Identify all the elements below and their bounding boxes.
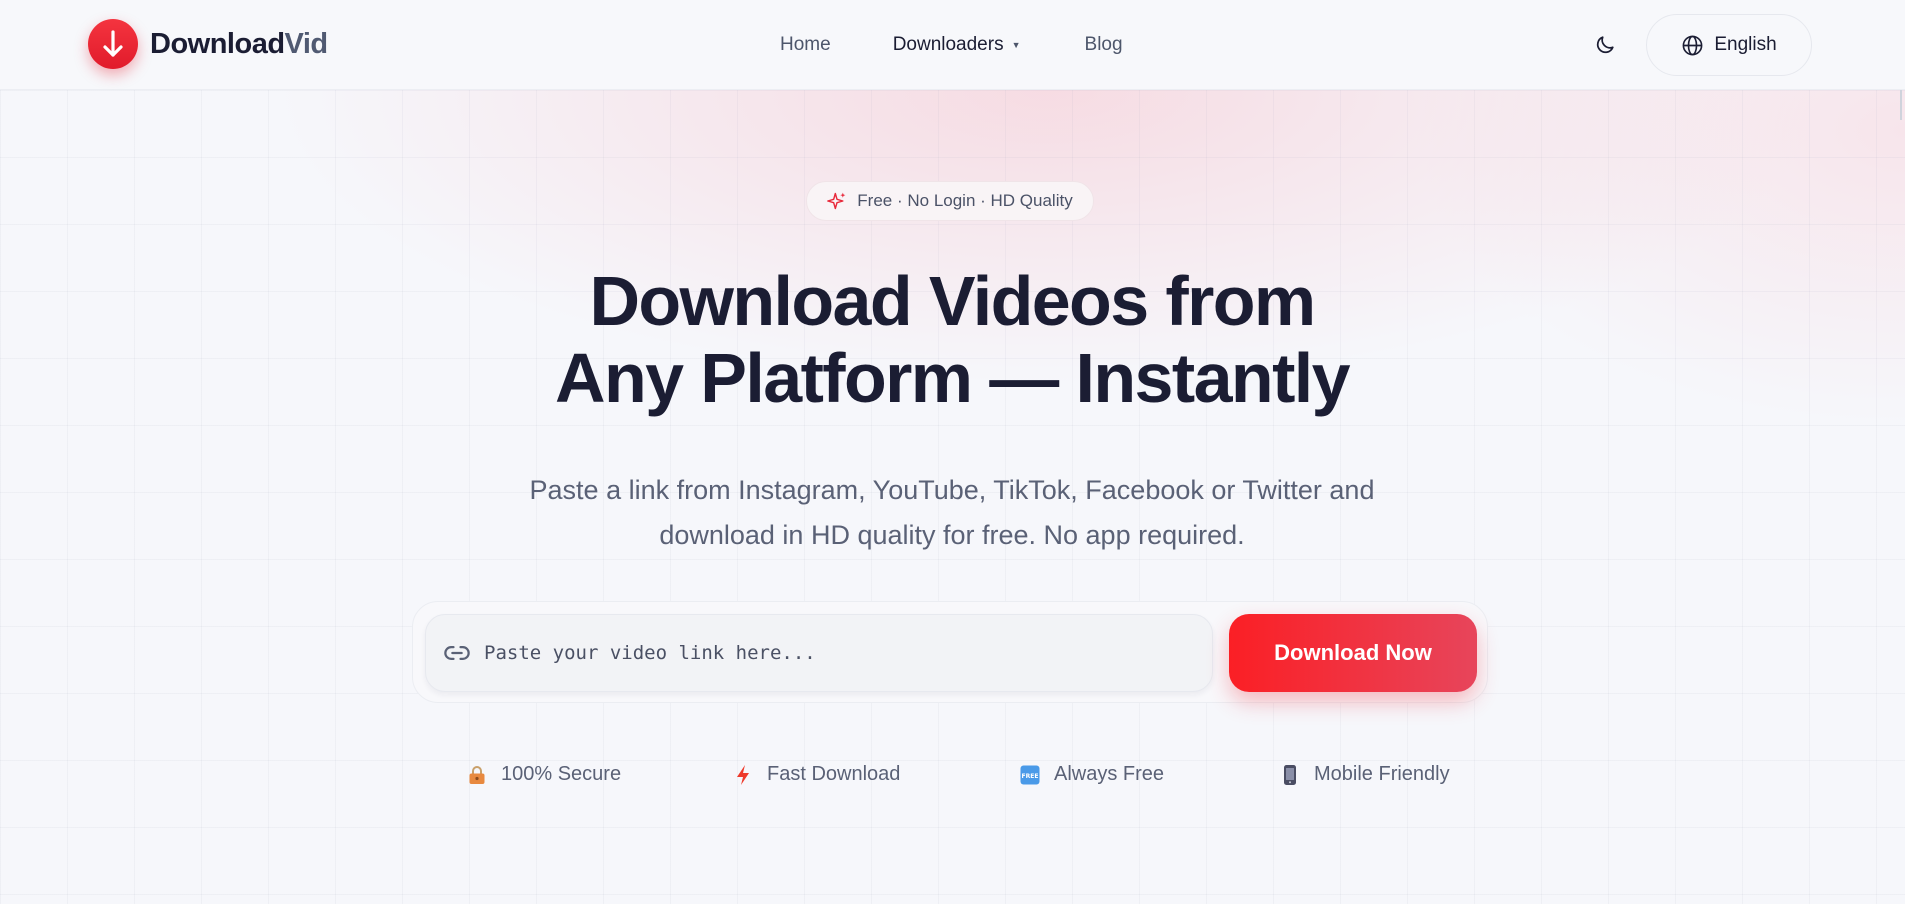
nav-blog[interactable]: Blog bbox=[1085, 34, 1123, 56]
hero-title-line1: Download Videos from bbox=[589, 262, 1316, 340]
language-label: English bbox=[1714, 34, 1777, 55]
site-header: DownloadVid Home Downloaders ▼ Blog Engl… bbox=[0, 0, 1905, 90]
video-url-input[interactable] bbox=[484, 642, 1212, 664]
nav-downloaders[interactable]: Downloaders ▼ bbox=[893, 34, 1021, 56]
feature-mobile-label: Mobile Friendly bbox=[1314, 763, 1450, 785]
feature-fast-label: Fast Download bbox=[767, 763, 901, 785]
hero-title-line2: Any Platform — Instantly bbox=[555, 339, 1351, 417]
url-input-wrapper[interactable] bbox=[425, 614, 1213, 692]
brand-name-part2: Vid bbox=[284, 27, 329, 60]
feature-list: 100% Secure Fast Download FREE Always Fr… bbox=[0, 763, 1905, 793]
globe-icon bbox=[1682, 35, 1703, 55]
sparkle-icon bbox=[827, 192, 846, 210]
feature-secure: 100% Secure bbox=[467, 763, 621, 786]
hero-badge: Free · No Login · HD Quality bbox=[806, 181, 1094, 221]
hero-subtitle-line2: download in HD quality for free. No app … bbox=[659, 520, 1245, 550]
hero-subtitle-line1: Paste a link from Instagram, YouTube, Ti… bbox=[529, 475, 1375, 505]
nav-downloaders-label: Downloaders bbox=[892, 34, 1004, 55]
feature-fast: Fast Download bbox=[733, 763, 900, 786]
theme-toggle-button[interactable] bbox=[1592, 32, 1618, 58]
feature-free: FREE Always Free bbox=[1020, 763, 1164, 786]
hero-badge-text: Free · No Login · HD Quality bbox=[857, 191, 1073, 210]
main-nav: Home Downloaders ▼ Blog bbox=[780, 0, 1123, 90]
lock-icon bbox=[467, 764, 487, 786]
feature-secure-label: 100% Secure bbox=[501, 763, 622, 785]
download-arrow-icon bbox=[88, 19, 138, 69]
mobile-icon bbox=[1280, 764, 1300, 786]
search-form: Download Now bbox=[412, 601, 1488, 703]
download-now-button[interactable]: Download Now bbox=[1229, 614, 1477, 692]
brand-name-part1: Download bbox=[150, 27, 285, 60]
hero-title: Download Videos from Any Platform — Inst… bbox=[452, 263, 1452, 417]
lightning-icon bbox=[733, 764, 753, 786]
link-icon bbox=[442, 638, 472, 668]
caret-down-icon: ▼ bbox=[1011, 40, 1021, 50]
language-selector[interactable]: English bbox=[1646, 14, 1812, 76]
feature-free-label: Always Free bbox=[1054, 763, 1165, 785]
brand-name: DownloadVid bbox=[150, 28, 328, 61]
brand-logo[interactable]: DownloadVid bbox=[88, 19, 328, 69]
moon-icon bbox=[1596, 36, 1614, 54]
feature-mobile: Mobile Friendly bbox=[1280, 763, 1450, 786]
svg-text:FREE: FREE bbox=[1022, 773, 1039, 780]
hero-subtitle: Paste a link from Instagram, YouTube, Ti… bbox=[452, 468, 1452, 558]
free-badge-icon: FREE bbox=[1020, 764, 1040, 786]
nav-home[interactable]: Home bbox=[780, 34, 831, 56]
